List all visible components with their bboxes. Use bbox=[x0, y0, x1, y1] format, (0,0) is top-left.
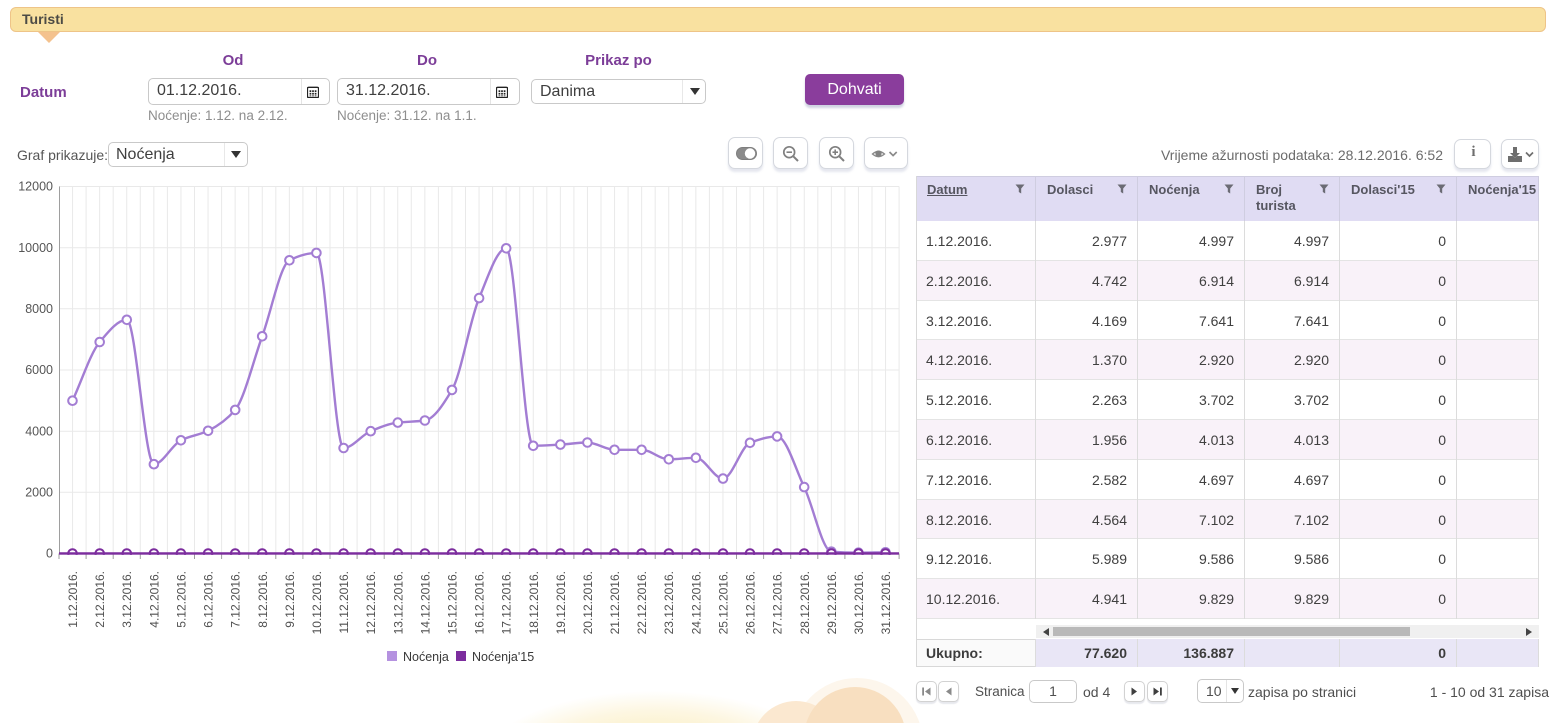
svg-text:4000: 4000 bbox=[25, 424, 53, 438]
svg-text:10.12.2016.: 10.12.2016. bbox=[310, 571, 324, 634]
svg-text:21.12.2016.: 21.12.2016. bbox=[608, 571, 622, 634]
svg-text:13.12.2016.: 13.12.2016. bbox=[391, 571, 405, 634]
svg-text:Noćenja: Noćenja bbox=[403, 650, 449, 664]
svg-text:6000: 6000 bbox=[25, 363, 53, 377]
svg-text:9.12.2016.: 9.12.2016. bbox=[283, 571, 297, 628]
svg-text:Noćenja'15: Noćenja'15 bbox=[472, 650, 534, 664]
svg-text:30.12.2016.: 30.12.2016. bbox=[852, 571, 866, 634]
svg-text:0: 0 bbox=[46, 547, 53, 561]
svg-text:6.12.2016.: 6.12.2016. bbox=[202, 571, 216, 628]
svg-text:1.12.2016.: 1.12.2016. bbox=[66, 571, 80, 628]
svg-text:20.12.2016.: 20.12.2016. bbox=[581, 571, 595, 634]
svg-text:12000: 12000 bbox=[18, 180, 53, 194]
svg-text:8000: 8000 bbox=[25, 302, 53, 316]
svg-text:29.12.2016.: 29.12.2016. bbox=[825, 571, 839, 634]
svg-text:17.12.2016.: 17.12.2016. bbox=[500, 571, 514, 634]
svg-text:24.12.2016.: 24.12.2016. bbox=[689, 571, 703, 634]
svg-text:18.12.2016.: 18.12.2016. bbox=[527, 571, 541, 634]
svg-text:10000: 10000 bbox=[18, 241, 53, 255]
svg-text:26.12.2016.: 26.12.2016. bbox=[744, 571, 758, 634]
svg-text:27.12.2016.: 27.12.2016. bbox=[771, 571, 785, 634]
svg-text:23.12.2016.: 23.12.2016. bbox=[662, 571, 676, 634]
svg-text:7.12.2016.: 7.12.2016. bbox=[229, 571, 243, 628]
svg-text:16.12.2016.: 16.12.2016. bbox=[473, 571, 487, 634]
svg-text:15.12.2016.: 15.12.2016. bbox=[446, 571, 460, 634]
svg-text:14.12.2016.: 14.12.2016. bbox=[418, 571, 432, 634]
svg-text:11.12.2016.: 11.12.2016. bbox=[337, 571, 351, 634]
svg-text:19.12.2016.: 19.12.2016. bbox=[554, 571, 568, 634]
svg-text:12.12.2016.: 12.12.2016. bbox=[364, 571, 378, 634]
svg-text:5.12.2016.: 5.12.2016. bbox=[174, 571, 188, 628]
svg-text:3.12.2016.: 3.12.2016. bbox=[120, 571, 134, 628]
svg-text:31.12.2016.: 31.12.2016. bbox=[879, 571, 893, 634]
svg-text:8.12.2016.: 8.12.2016. bbox=[256, 571, 270, 628]
svg-text:25.12.2016.: 25.12.2016. bbox=[717, 571, 731, 634]
svg-text:28.12.2016.: 28.12.2016. bbox=[798, 571, 812, 634]
svg-text:2.12.2016.: 2.12.2016. bbox=[93, 571, 107, 628]
svg-text:2000: 2000 bbox=[25, 486, 53, 500]
svg-text:4.12.2016.: 4.12.2016. bbox=[147, 571, 161, 628]
svg-text:22.12.2016.: 22.12.2016. bbox=[635, 571, 649, 634]
